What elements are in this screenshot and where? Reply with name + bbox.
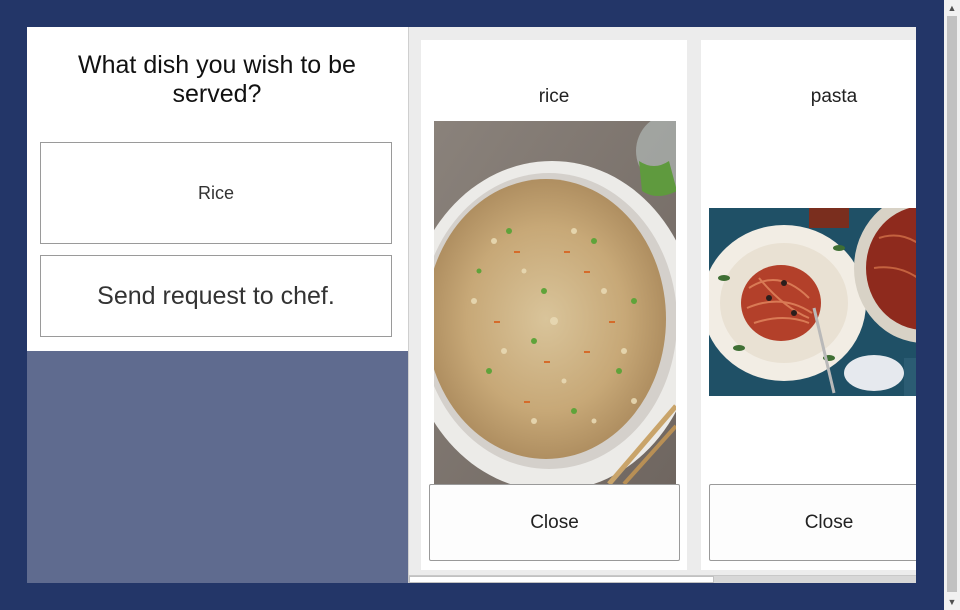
send-request-button[interactable]: Send request to chef.	[40, 255, 392, 337]
scroll-up-arrow-icon[interactable]: ▲	[944, 0, 960, 16]
vertical-scroll-thumb[interactable]	[947, 16, 957, 592]
spaghetti-image	[709, 208, 916, 396]
fried-rice-image	[434, 121, 676, 484]
dish-option-button[interactable]: Rice	[40, 142, 392, 244]
dish-cards-carousel[interactable]: rice Close pasta Close	[409, 27, 916, 575]
horizontal-scrollbar[interactable]	[409, 575, 916, 583]
vertical-scrollbar[interactable]: ▲ ▼	[944, 0, 960, 610]
horizontal-scroll-track	[714, 576, 916, 583]
card-title: rice	[538, 86, 570, 107]
app-window: What dish you wish to be served? Rice Se…	[27, 27, 916, 583]
question-box: What dish you wish to be served? Rice Se…	[27, 27, 408, 351]
close-button[interactable]: Close	[709, 484, 916, 561]
scroll-down-arrow-icon[interactable]: ▼	[944, 594, 960, 610]
horizontal-scroll-thumb[interactable]	[409, 576, 714, 583]
card-title: pasta	[810, 86, 858, 107]
question-title: What dish you wish to be served?	[78, 51, 356, 108]
close-button[interactable]: Close	[429, 484, 680, 561]
left-panel: What dish you wish to be served? Rice Se…	[27, 27, 408, 583]
dish-card-pasta: pasta Close	[701, 40, 916, 570]
dish-card-rice: rice Close	[421, 40, 687, 570]
